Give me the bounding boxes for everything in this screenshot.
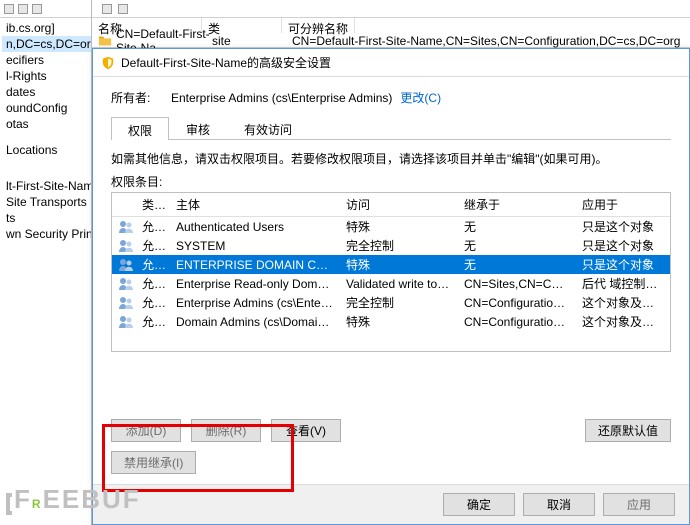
disable-inheritance-button[interactable]: 禁用继承(I) bbox=[111, 451, 196, 474]
tree-item[interactable]: wn Security Princ bbox=[2, 226, 91, 242]
entries-label: 权限条目: bbox=[111, 173, 671, 190]
dialog-footer: 确定 取消 应用 bbox=[93, 484, 689, 524]
cell-inherited: CN=Configuration,DC=cs... bbox=[458, 293, 576, 313]
col-type[interactable]: 类型 bbox=[136, 193, 170, 216]
tree-item[interactable]: ib.cs.org] bbox=[2, 20, 91, 36]
perm-header[interactable]: 类型 主体 访问 继承于 应用于 bbox=[112, 193, 670, 217]
principal-icon bbox=[112, 311, 136, 333]
tab-strip: 权限审核有效访问 bbox=[111, 116, 671, 140]
cell-inherited: CN=Configuration,DC=cs... bbox=[458, 312, 576, 332]
row-class: site bbox=[212, 34, 292, 48]
permission-list[interactable]: 类型 主体 访问 继承于 应用于 允许 Authenticated Users 特殊… bbox=[111, 192, 671, 352]
col-inherited[interactable]: 继承于 bbox=[458, 193, 576, 216]
remove-button[interactable]: 删除(R) bbox=[191, 419, 261, 442]
cell-principal: ENTERPRISE DOMAIN CONTRO... bbox=[170, 255, 340, 275]
watermark: FREEBUF bbox=[6, 484, 141, 515]
tab[interactable]: 有效访问 bbox=[227, 116, 309, 139]
ok-button[interactable]: 确定 bbox=[443, 493, 515, 516]
col-applies[interactable]: 应用于 bbox=[576, 193, 670, 216]
tree-item[interactable]: Locations bbox=[2, 142, 91, 158]
apply-button[interactable]: 应用 bbox=[603, 493, 675, 516]
shield-icon bbox=[101, 56, 115, 70]
tree-item[interactable]: l-Rights bbox=[2, 68, 91, 84]
tree-item[interactable]: oundConfig bbox=[2, 100, 91, 116]
folder-icon bbox=[98, 34, 112, 48]
tool-icon[interactable] bbox=[4, 4, 14, 14]
advanced-security-dialog: Default-First-Site-Name的高级安全设置 所有者: Ente… bbox=[92, 48, 690, 525]
restore-defaults-button[interactable]: 还原默认值 bbox=[585, 419, 671, 442]
row-dn: CN=Default-First-Site-Name,CN=Sites,CN=C… bbox=[292, 34, 680, 48]
instruction-text: 如需其他信息，请双击权限项目。若要修改权限项目，请选择该项目并单击"编辑"(如果… bbox=[111, 150, 671, 167]
tree-item[interactable]: n,DC=cs,DC=or bbox=[2, 36, 91, 52]
cell-principal: SYSTEM bbox=[170, 236, 340, 256]
dialog-titlebar[interactable]: Default-First-Site-Name的高级安全设置 bbox=[93, 49, 689, 77]
owner-label: 所有者: bbox=[111, 89, 171, 106]
owner-value: Enterprise Admins (cs\Enterprise Admins) bbox=[171, 91, 392, 105]
tree-item[interactable]: dates bbox=[2, 84, 91, 100]
cell-access: 特殊 bbox=[340, 310, 458, 333]
cell-principal: Domain Admins (cs\Domain Ad... bbox=[170, 312, 340, 332]
list-row[interactable]: CN=Default-First-Site-Na... site CN=Defa… bbox=[92, 33, 690, 48]
change-owner-link[interactable]: 更改(C) bbox=[400, 89, 441, 106]
cancel-button[interactable]: 取消 bbox=[523, 493, 595, 516]
cell-applies: 这个对象及全部后代 bbox=[576, 310, 670, 333]
view-button[interactable]: 查看(V) bbox=[271, 419, 341, 442]
owner-row: 所有者: Enterprise Admins (cs\Enterprise Ad… bbox=[111, 89, 671, 106]
cell-inherited: CN=Sites,CN=Configurati... bbox=[458, 274, 576, 294]
col-dn[interactable]: 可分辨名称 bbox=[282, 18, 355, 33]
tree-panel: ib.cs.org]n,DC=cs,DC=orecifiersl-Rightsd… bbox=[0, 0, 92, 525]
tree-item[interactable]: ecifiers bbox=[2, 52, 91, 68]
tree-toolbar bbox=[0, 0, 91, 18]
tree-item[interactable]: lt-First-Site-Nam bbox=[2, 178, 91, 194]
tool-icon[interactable] bbox=[118, 4, 128, 14]
tool-icon[interactable] bbox=[18, 4, 28, 14]
dialog-title: Default-First-Site-Name的高级安全设置 bbox=[121, 54, 681, 71]
col-access[interactable]: 访问 bbox=[340, 193, 458, 216]
main-list: 名称 类 可分辨名称 CN=Default-First-Site-Na... s… bbox=[92, 0, 690, 48]
cell-principal: Authenticated Users bbox=[170, 217, 340, 237]
main-toolbar bbox=[92, 0, 690, 18]
cell-principal: Enterprise Admins (cs\Enterpris... bbox=[170, 293, 340, 313]
tree-item[interactable]: ts bbox=[2, 210, 91, 226]
tool-icon[interactable] bbox=[32, 4, 42, 14]
tab[interactable]: 权限 bbox=[111, 117, 169, 140]
tree-item[interactable]: Site Transports bbox=[2, 194, 91, 210]
tab[interactable]: 审核 bbox=[169, 116, 227, 139]
tree-item[interactable]: otas bbox=[2, 116, 91, 132]
col-principal[interactable]: 主体 bbox=[170, 193, 340, 216]
tree-list[interactable]: ib.cs.org]n,DC=cs,DC=orecifiersl-Rightsd… bbox=[0, 18, 91, 242]
cell-principal: Enterprise Read-only Domain C... bbox=[170, 274, 340, 294]
col-class[interactable]: 类 bbox=[202, 18, 282, 33]
cell-type: 允许 bbox=[136, 310, 170, 333]
add-button[interactable]: 添加(D) bbox=[111, 419, 181, 442]
tool-icon[interactable] bbox=[102, 4, 112, 14]
permission-row[interactable]: 允许Domain Admins (cs\Domain Ad...特殊CN=Con… bbox=[112, 312, 670, 331]
